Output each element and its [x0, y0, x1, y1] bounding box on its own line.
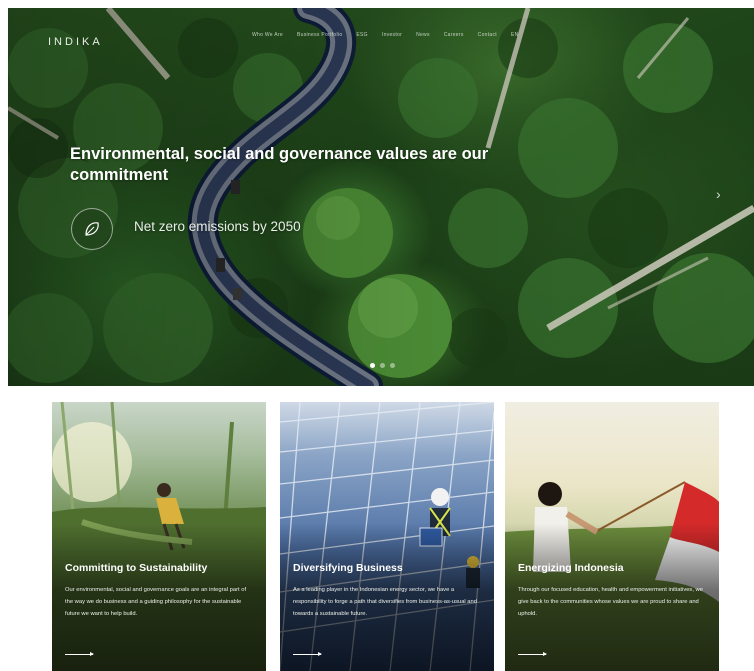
- card-title: Diversifying Business: [293, 562, 403, 574]
- card-description: Our environmental, social and governance…: [65, 587, 247, 617]
- slider-dot-active[interactable]: [370, 363, 375, 368]
- nav-item[interactable]: Business Portfolio: [297, 32, 342, 38]
- card-title: Committing to Sustainability: [65, 562, 208, 574]
- hero-tagline: Net zero emissions by 2050: [134, 219, 301, 234]
- hero-banner: INDIKA Who We Are Business Portfolio ESG…: [8, 8, 754, 386]
- company-logo[interactable]: INDIKA: [48, 36, 103, 48]
- card-sustainability[interactable]: Committing to Sustainability Our environ…: [52, 402, 266, 671]
- hero-overlay: [8, 8, 754, 386]
- slider-dots: [370, 363, 395, 368]
- leaf-icon: [71, 208, 113, 250]
- nav-item[interactable]: Investor: [382, 32, 402, 38]
- arrow-right-icon[interactable]: [65, 652, 94, 656]
- hero-headline: Environmental, social and governance val…: [70, 145, 489, 184]
- arrow-right-icon[interactable]: [293, 652, 322, 656]
- nav-item[interactable]: Careers: [444, 32, 464, 38]
- slider-dot[interactable]: [390, 363, 395, 368]
- nav-item[interactable]: Contact: [478, 32, 497, 38]
- nav-item[interactable]: News: [416, 32, 430, 38]
- main-nav: Who We Are Business Portfolio ESG Invest…: [252, 32, 519, 38]
- nav-item[interactable]: Who We Are: [252, 32, 283, 38]
- language-switch[interactable]: EN: [511, 32, 519, 38]
- card-title: Energizing Indonesia: [518, 562, 624, 574]
- card-description: As a leading player in the Indonesian en…: [293, 587, 477, 617]
- chevron-right-icon[interactable]: ›: [716, 186, 721, 202]
- arrow-right-icon[interactable]: [518, 652, 547, 656]
- slider-dot[interactable]: [380, 363, 385, 368]
- card-diversifying[interactable]: Diversifying Business As a leading playe…: [280, 402, 494, 671]
- card-description: Through our focused education, health an…: [518, 587, 703, 617]
- nav-item[interactable]: ESG: [356, 32, 367, 38]
- card-energizing[interactable]: Energizing Indonesia Through our focused…: [505, 402, 719, 671]
